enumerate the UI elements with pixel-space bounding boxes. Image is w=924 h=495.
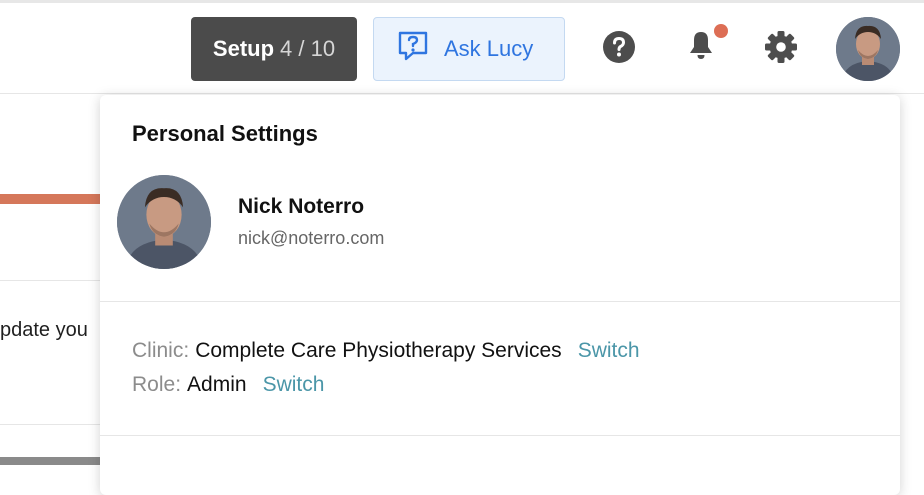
clinic-value: Complete Care Physiotherapy Services	[195, 339, 562, 362]
clinic-label: Clinic:	[132, 339, 190, 362]
user-email: nick@noterro.com	[238, 228, 385, 248]
avatar	[117, 175, 211, 269]
avatar-photo	[836, 17, 900, 81]
setup-progress: 4 / 10	[280, 36, 336, 61]
setup-button[interactable]: Setup 4 / 10	[191, 17, 357, 81]
background-accent-bar	[0, 194, 110, 204]
personal-settings-panel: Personal Settings Nick Noterro nick@note…	[100, 95, 900, 495]
ask-lucy-label: Ask Lucy	[444, 36, 534, 61]
ask-lucy-button[interactable]: Ask Lucy	[373, 17, 565, 81]
background-divider	[0, 280, 110, 281]
notifications-button[interactable]	[682, 24, 728, 67]
setup-label: Setup	[212, 36, 275, 61]
clinic-row: Clinic: Complete Care Physiotherapy Serv…	[132, 339, 640, 363]
role-row: Role: Admin Switch	[132, 373, 324, 397]
gear-icon[interactable]	[762, 28, 800, 66]
user-avatar-button[interactable]	[836, 17, 900, 81]
role-value: Admin	[187, 373, 247, 396]
switch-role-link[interactable]: Switch	[263, 373, 325, 397]
background-text: pdate you	[0, 319, 88, 341]
bell-icon	[684, 28, 718, 67]
notification-dot	[714, 24, 728, 38]
divider	[100, 301, 900, 302]
panel-title: Personal Settings	[132, 121, 318, 146]
divider	[100, 435, 900, 436]
chat-question-icon	[396, 29, 430, 69]
help-icon[interactable]	[600, 28, 638, 66]
background-divider	[0, 424, 110, 425]
switch-clinic-link[interactable]: Switch	[578, 339, 640, 363]
background-progress-bar	[0, 457, 110, 465]
role-label: Role:	[132, 373, 182, 396]
user-name: Nick Noterro	[238, 195, 365, 218]
